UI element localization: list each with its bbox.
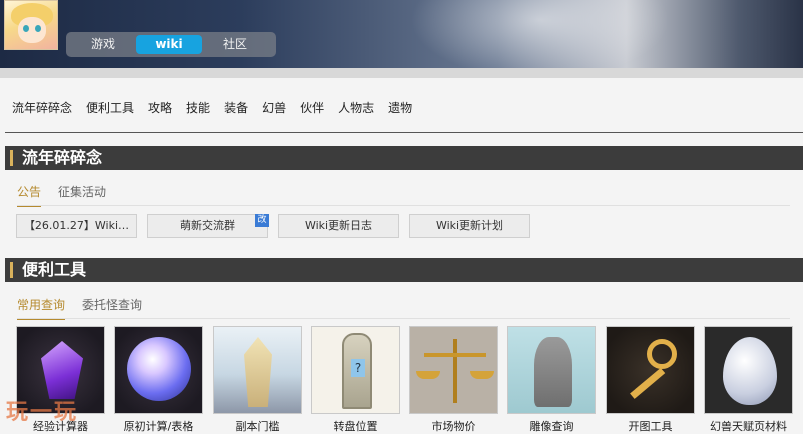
tool-card-label: 原初计算/表格	[123, 420, 194, 433]
orb-icon	[114, 326, 203, 414]
tool-card-label: 市场物价	[431, 420, 476, 433]
scale-icon	[409, 326, 498, 414]
statue-icon	[507, 326, 596, 414]
category-item[interactable]: 攻略	[148, 99, 172, 116]
category-item[interactable]: 装备	[224, 99, 248, 116]
tool-card-label: 雕像查询	[529, 420, 574, 433]
tab-commission-monster-lookup[interactable]: 委托怪查询	[82, 296, 142, 320]
news-link-button[interactable]: Wiki更新日志	[278, 214, 399, 238]
tool-card[interactable]: 开图工具	[606, 326, 695, 434]
tool-card[interactable]: 幻兽天赋页材料	[704, 326, 793, 434]
tool-card[interactable]: 副本门槛	[213, 326, 302, 434]
tool-card-label: 幻兽天赋页材料	[710, 420, 787, 433]
category-item[interactable]: 遗物	[388, 99, 412, 116]
category-item[interactable]: 幻兽	[262, 99, 286, 116]
dungeon-icon	[213, 326, 302, 414]
site-avatar[interactable]	[4, 0, 58, 50]
category-item[interactable]: 流年碎碎念	[12, 99, 72, 116]
category-nav: 流年碎碎念 便利工具 攻略 技能 装备 幻兽 伙伴 人物志 遗物	[12, 99, 426, 116]
portal-door-icon: ?	[311, 326, 400, 414]
divider	[17, 318, 790, 319]
edit-badge[interactable]: 改	[255, 214, 269, 227]
site-nav: 游戏 wiki 社区	[66, 32, 276, 57]
category-item[interactable]: 人物志	[338, 99, 374, 116]
avatar-eye	[23, 25, 29, 32]
tool-card[interactable]: 市场物价	[409, 326, 498, 434]
avatar-eye	[35, 25, 41, 32]
avatar-face	[18, 17, 46, 43]
category-item[interactable]: 技能	[186, 99, 210, 116]
tool-card-label: 副本门槛	[235, 420, 280, 433]
tool-card[interactable]: 原初计算/表格	[114, 326, 203, 434]
news-link-button[interactable]: Wiki更新计划	[409, 214, 530, 238]
tab-common-lookup[interactable]: 常用查询	[17, 296, 66, 320]
section-title-tools: 便利工具	[5, 258, 803, 282]
nav-tab-games[interactable]: 游戏	[70, 35, 136, 54]
tab-announcements[interactable]: 公告	[17, 183, 42, 207]
banner-art	[410, 0, 670, 70]
category-item[interactable]: 伙伴	[300, 99, 324, 116]
news-tabs: 公告 征集活动	[17, 183, 123, 207]
divider	[5, 132, 803, 133]
tools-tabs: 常用查询 委托怪查询	[17, 296, 159, 320]
section-title-news: 流年碎碎念	[5, 146, 803, 170]
watermark-logo: 玩一玩	[6, 399, 79, 425]
news-link-button[interactable]: 【26.01.27】Wiki…	[16, 214, 137, 238]
divider	[17, 205, 790, 206]
tool-card[interactable]: 雕像查询	[507, 326, 596, 434]
category-item[interactable]: 便利工具	[86, 99, 134, 116]
tool-card-label: 开图工具	[628, 420, 673, 433]
nav-tab-wiki[interactable]: wiki	[136, 35, 202, 54]
key-icon	[606, 326, 695, 414]
panel-top-shade	[0, 68, 803, 78]
egg-icon	[704, 326, 793, 414]
tool-card[interactable]: ? 转盘位置	[311, 326, 400, 434]
tool-card-label: 转盘位置	[333, 420, 378, 433]
news-link-button[interactable]: 萌新交流群	[147, 214, 268, 238]
nav-tab-community[interactable]: 社区	[202, 35, 268, 54]
tab-events[interactable]: 征集活动	[58, 183, 106, 207]
